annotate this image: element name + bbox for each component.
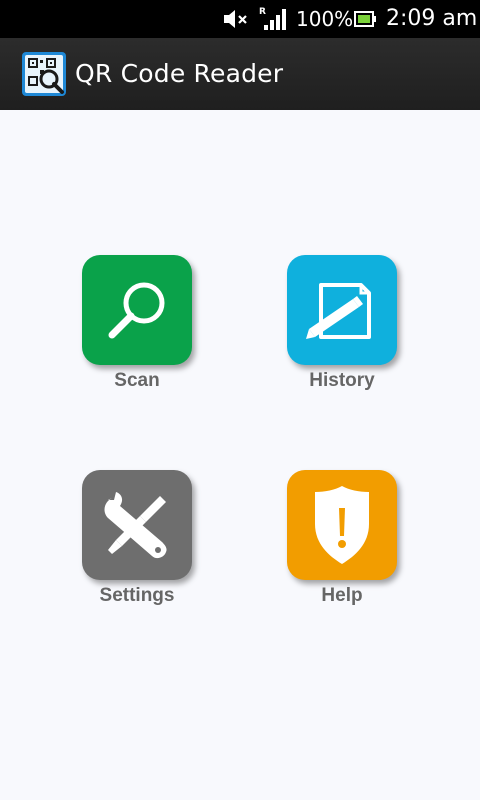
settings-label: Settings — [99, 585, 175, 606]
scan-label: Scan — [114, 370, 160, 391]
battery-percent: 100% — [296, 7, 354, 31]
scan-tile-box[interactable] — [82, 255, 192, 365]
qr-search-icon[interactable] — [22, 52, 66, 96]
settings-tile-box[interactable] — [82, 470, 192, 580]
history-tile-box[interactable] — [287, 255, 397, 365]
app-title: QR Code Reader — [75, 59, 284, 88]
action-bar: QR Code Reader — [0, 38, 480, 110]
magnifier-icon — [108, 282, 165, 339]
shield-exclamation-icon — [315, 486, 369, 564]
signal-icon: R — [259, 7, 286, 30]
signal-roaming-label: R — [259, 7, 266, 17]
battery-icon — [354, 11, 376, 27]
wrench-screwdriver-icon — [104, 492, 167, 559]
help-button[interactable]: Help — [272, 470, 412, 608]
scan-button[interactable]: Scan — [67, 255, 207, 393]
settings-button[interactable]: Settings — [67, 470, 207, 608]
help-tile-box[interactable] — [287, 470, 397, 580]
history-button[interactable]: History — [272, 255, 412, 393]
note-pencil-icon — [306, 283, 371, 339]
history-label: History — [309, 370, 375, 391]
status-time: 2:09 am — [386, 6, 478, 31]
mute-icon — [224, 10, 247, 28]
help-label: Help — [321, 585, 363, 606]
status-bar: R 100% 2:09 am — [0, 0, 480, 38]
